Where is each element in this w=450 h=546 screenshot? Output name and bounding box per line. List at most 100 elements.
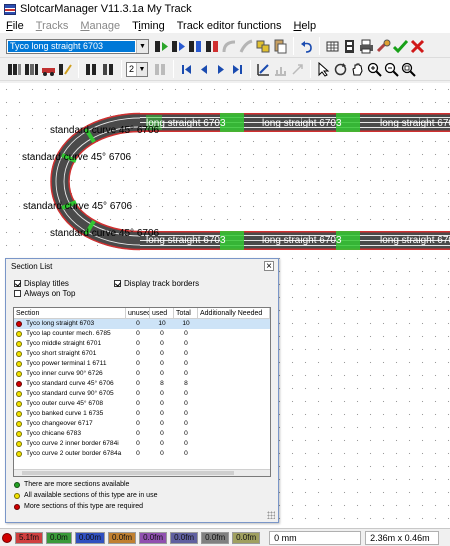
rotate-icon[interactable] bbox=[333, 62, 348, 77]
cell-used: 0 bbox=[160, 350, 164, 357]
lane-count-value: 2 bbox=[129, 64, 135, 74]
status-red-dot-icon bbox=[16, 321, 22, 327]
pan-hand-icon[interactable] bbox=[350, 62, 365, 77]
display-titles-checkbox[interactable]: Display titles bbox=[14, 279, 69, 288]
app-flag-icon bbox=[4, 3, 16, 15]
split-lane-disabled-icon bbox=[153, 62, 168, 77]
track-label-straight-top-3: long straight 670 bbox=[380, 118, 450, 129]
table-row[interactable]: Tyco banked curve 1 6735 0 0 0 bbox=[14, 409, 270, 419]
table-row[interactable]: Tyco short straight 6701 0 0 0 bbox=[14, 349, 270, 359]
menu-tracks[interactable]: Tracks bbox=[30, 20, 75, 32]
cell-used: 0 bbox=[160, 400, 164, 407]
status-track-size: 2.36m x 0.46m bbox=[365, 530, 440, 545]
menu-help[interactable]: Help bbox=[287, 20, 322, 32]
display-track-borders-checkbox[interactable]: Display track borders bbox=[114, 279, 199, 288]
layout-sheet-icon[interactable] bbox=[342, 39, 357, 54]
scrollbar-thumb[interactable] bbox=[22, 471, 234, 475]
cell-total: 0 bbox=[184, 430, 188, 437]
pointer-icon[interactable] bbox=[316, 61, 331, 77]
zoom-out-icon[interactable] bbox=[384, 62, 399, 77]
table-row[interactable]: Tyco curve 2 inner border 6784i 0 0 0 bbox=[14, 439, 270, 449]
table-row[interactable]: Tyco chicane 6783 0 0 0 bbox=[14, 429, 270, 439]
table-row[interactable]: Tyco changeover 6717 0 0 0 bbox=[14, 419, 270, 429]
measure-icon[interactable] bbox=[256, 62, 271, 77]
menu-file[interactable]: File bbox=[0, 20, 30, 32]
table-row[interactable]: Tyco outer curve 45° 6708 0 0 0 bbox=[14, 399, 270, 409]
table-row[interactable]: Tyco power terminal 1 6711 0 0 0 bbox=[14, 359, 270, 369]
col-used[interactable]: used bbox=[150, 308, 174, 318]
table-row[interactable]: Tyco standard curve 45° 6706 0 8 8 bbox=[14, 379, 270, 389]
cell-section: Tyco lap counter mech. 6785 bbox=[14, 329, 126, 339]
copy-section-icon[interactable] bbox=[256, 39, 271, 54]
track-delete-icon[interactable] bbox=[205, 39, 220, 54]
cancel-x-icon[interactable] bbox=[410, 39, 425, 54]
prev-icon[interactable] bbox=[196, 62, 211, 77]
status-lane-box: 0.0fm bbox=[139, 531, 168, 544]
grid-table-icon[interactable] bbox=[325, 39, 340, 54]
status-lane-box: 0.0m bbox=[46, 531, 72, 544]
status-lane-box: 0.0fm bbox=[170, 531, 199, 544]
lane-count-select[interactable]: 2 ▼ bbox=[126, 61, 148, 77]
lane-alt-icon[interactable] bbox=[24, 62, 39, 77]
col-section[interactable]: Section bbox=[14, 308, 126, 318]
cell-section: Tyco long straight 6703 bbox=[14, 319, 126, 329]
status-red-dot-icon bbox=[16, 381, 22, 387]
track-insert-blue-icon[interactable] bbox=[171, 39, 186, 54]
col-unused[interactable]: unused bbox=[126, 308, 150, 318]
status-lane-boxes: 5.1fm 0.0m 0.00m 0.0fm 0.0fm 0.0fm 0.0fm 0.0fm bbox=[15, 531, 263, 544]
status-lane-box: 0.00m bbox=[74, 531, 106, 544]
cell-used: 0 bbox=[160, 450, 164, 457]
table-row[interactable]: Tyco lap counter mech. 6785 0 0 0 bbox=[14, 329, 270, 339]
status-lane-box: 0.0fm bbox=[232, 531, 261, 544]
tools-icon[interactable] bbox=[376, 39, 391, 54]
undo-icon[interactable] bbox=[299, 39, 314, 54]
cell-unused: 0 bbox=[136, 420, 140, 427]
always-on-top-checkbox[interactable]: Always on Top bbox=[14, 289, 75, 298]
status-yellow-dot-icon bbox=[16, 331, 22, 337]
next-icon[interactable] bbox=[213, 62, 228, 77]
car-icon[interactable] bbox=[41, 62, 56, 77]
double-lane-icon[interactable] bbox=[84, 62, 99, 77]
menu-timing[interactable]: Timing bbox=[126, 20, 171, 32]
status-lane-box: 5.1fm bbox=[15, 531, 44, 544]
print-icon[interactable] bbox=[359, 39, 374, 54]
resize-disabled-icon bbox=[290, 62, 305, 77]
confirm-check-icon[interactable] bbox=[392, 39, 409, 54]
table-row[interactable]: Tyco middle straight 6701 0 0 0 bbox=[14, 339, 270, 349]
status-yellow-dot-icon bbox=[16, 391, 22, 397]
col-additionally-needed[interactable]: Additionally Needed bbox=[198, 308, 270, 318]
table-row[interactable]: Tyco standard curve 90° 6705 0 0 0 bbox=[14, 389, 270, 399]
section-list-title: Section List bbox=[11, 261, 53, 271]
table-row[interactable]: Tyco curve 2 outer border 6784a 0 0 0 bbox=[14, 449, 270, 459]
chart-disabled-icon bbox=[273, 62, 288, 77]
cell-section: Tyco standard curve 90° 6705 bbox=[14, 389, 126, 399]
section-select-dropdown[interactable]: Tyco long straight 6703 ▼ bbox=[6, 38, 149, 54]
status-yellow-dot-icon bbox=[16, 451, 22, 457]
lane-layout-icon[interactable] bbox=[7, 62, 22, 77]
zoom-fit-icon[interactable] bbox=[401, 62, 416, 77]
table-row[interactable]: Tyco long straight 6703 0 10 10 bbox=[14, 319, 270, 329]
close-icon[interactable]: × bbox=[264, 261, 274, 272]
first-icon[interactable] bbox=[179, 62, 194, 77]
menu-manage[interactable]: Manage bbox=[74, 20, 126, 32]
track-join-icon[interactable] bbox=[188, 39, 203, 54]
table-row[interactable]: Tyco inner curve 90° 6726 0 0 0 bbox=[14, 369, 270, 379]
flip-track-icon[interactable] bbox=[58, 62, 73, 77]
track-add-green-icon[interactable] bbox=[154, 39, 169, 54]
cell-section: Tyco curve 2 inner border 6784i bbox=[14, 439, 126, 449]
horizontal-scrollbar[interactable] bbox=[14, 469, 270, 476]
status-bar: 5.1fm 0.0m 0.00m 0.0fm 0.0fm 0.0fm 0.0fm 0.0fm … bbox=[0, 528, 450, 546]
section-table-body: Tyco long straight 6703 0 10 10 Tyco lap cou… bbox=[14, 319, 270, 459]
yellow-dot-icon bbox=[14, 492, 20, 499]
col-total[interactable]: Total bbox=[174, 308, 198, 318]
last-icon[interactable] bbox=[230, 62, 245, 77]
curve-alt-disabled-icon bbox=[239, 39, 254, 54]
menu-track-editor-functions[interactable]: Track editor functions bbox=[171, 20, 288, 32]
resize-grip-icon[interactable] bbox=[267, 511, 275, 519]
paste-section-icon[interactable] bbox=[273, 39, 288, 54]
chevron-down-icon: ▼ bbox=[136, 62, 147, 76]
zoom-in-icon[interactable] bbox=[367, 62, 382, 77]
double-lane-alt-icon[interactable] bbox=[101, 62, 116, 77]
cell-unused: 0 bbox=[136, 390, 140, 397]
section-table[interactable]: Section unused used Total Additionally N… bbox=[13, 307, 271, 477]
